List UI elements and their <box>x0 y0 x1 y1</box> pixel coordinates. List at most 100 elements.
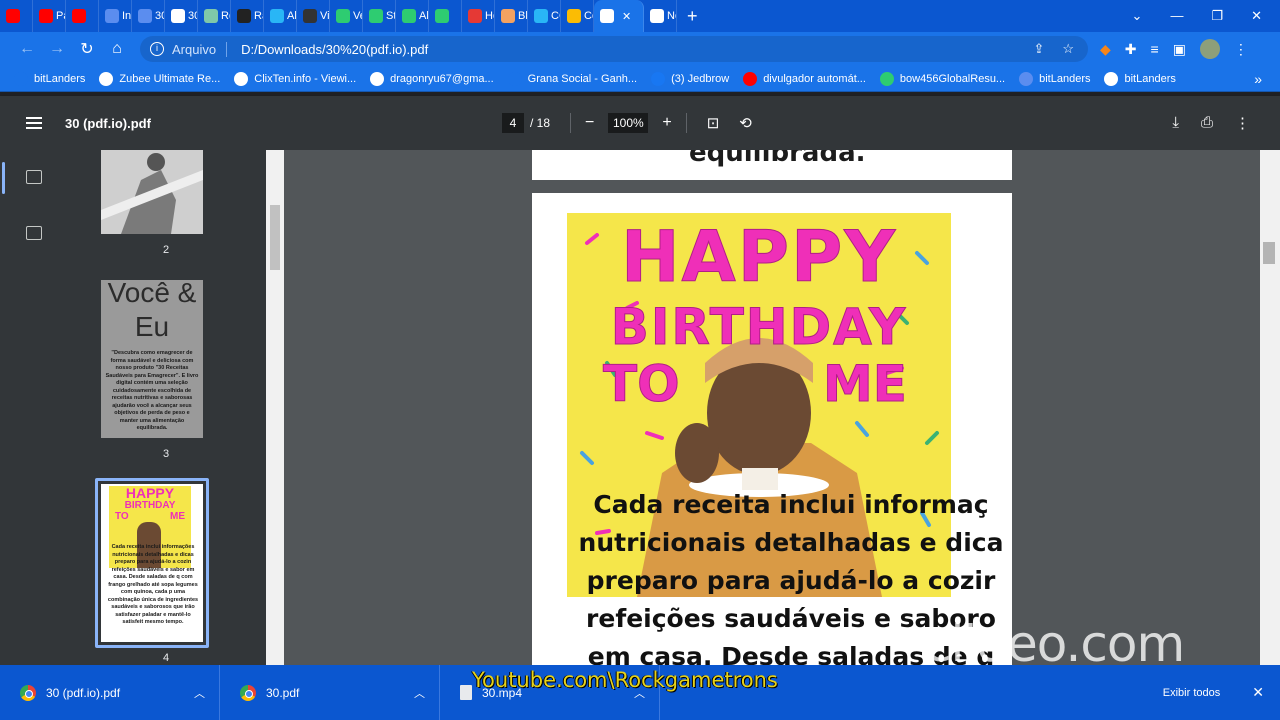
tab-close-icon[interactable]: ✕ <box>622 10 631 23</box>
close-window-icon[interactable]: ✕ <box>1251 8 1262 24</box>
hamburger-menu-icon[interactable] <box>26 117 42 129</box>
tab-label: All <box>419 10 429 22</box>
tab[interactable]: Ini <box>99 0 132 32</box>
menu-kebab-icon[interactable]: ⋮ <box>1234 41 1248 58</box>
viewer-scrollbar[interactable] <box>1260 150 1280 665</box>
info-icon[interactable]: i <box>150 42 164 56</box>
more-bookmarks-icon[interactable]: » <box>1254 71 1262 87</box>
bookmark-favicon-icon <box>879 71 894 86</box>
pdf-page-4: HAPPY BIRTHDAY TO ME Cada receita inclui… <box>532 193 1012 665</box>
zoom-out-button[interactable]: − <box>585 114 594 132</box>
thumbnail-gif-line: HAPPY <box>125 485 175 501</box>
new-tab-button[interactable]: + <box>677 6 708 27</box>
tab[interactable] <box>429 0 462 32</box>
bookmark-label: bow456GlobalResu... <box>899 72 1006 85</box>
site-icon <box>468 9 482 23</box>
tab[interactable]: Pai <box>33 0 66 32</box>
chrome-icon <box>20 684 36 701</box>
tab[interactable] <box>0 0 33 32</box>
show-all-downloads-link[interactable]: Exibir todos <box>1163 687 1220 699</box>
share-icon[interactable]: ⇪ <box>1033 41 1044 57</box>
tab[interactable] <box>66 0 99 32</box>
bookmark-item[interactable]: divulgador automát... <box>743 71 866 86</box>
tab[interactable]: Blo <box>495 0 528 32</box>
bookmark-item[interactable]: Grana Social - Ganh... <box>507 71 637 86</box>
site-icon <box>270 9 284 23</box>
side-panel-icon[interactable]: ▣ <box>1173 41 1186 58</box>
thumbnails-icon[interactable] <box>26 170 42 184</box>
bookmark-item[interactable]: bitLanders <box>1019 71 1090 86</box>
tab-label: Al <box>287 10 297 22</box>
toolbar-divider <box>570 113 572 133</box>
zoom-level-input[interactable]: 100% <box>608 113 649 133</box>
tab-label: Ini <box>122 10 132 22</box>
tab[interactable]: Co <box>561 0 594 32</box>
minimize-icon[interactable]: — <box>1170 8 1183 24</box>
bookmark-item[interactable]: bitLanders <box>14 71 85 86</box>
chevron-up-icon[interactable]: ︿ <box>194 685 205 701</box>
forward-button[interactable]: → <box>42 40 72 58</box>
puzzle-extensions-icon[interactable]: ✚ <box>1125 41 1137 58</box>
more-options-icon[interactable]: ⋮ <box>1235 114 1250 132</box>
thumbnail-page-3[interactable]: Você & Eu "Descubra como emagrecer de fo… <box>101 280 203 438</box>
fit-page-icon[interactable]: ⊡ <box>707 114 720 132</box>
page-number-input[interactable]: 4 <box>502 113 524 133</box>
thumbnail-panel: 2 Você & Eu "Descubra como emagrecer de … <box>66 150 266 665</box>
tab[interactable]: 30 <box>132 0 165 32</box>
tab[interactable]: Vis <box>297 0 330 32</box>
bookmark-label: ClixTen.info - Viewi... <box>254 72 357 85</box>
bookmark-item[interactable]: (3) Jedbrow <box>651 71 729 86</box>
bookmark-item[interactable]: Zubee Ultimate Re... <box>99 71 220 86</box>
bookmark-item[interactable]: ClixTen.info - Viewi... <box>234 71 357 86</box>
thumbnail-page-2[interactable] <box>101 150 203 234</box>
thumbnail-page-4[interactable]: HAPPY BIRTHDAY TO ME Cada receita inclui … <box>101 484 203 642</box>
tab[interactable]: No <box>644 0 677 32</box>
print-icon[interactable]: ⎙ <box>1201 114 1213 132</box>
address-url: D:/Downloads/30%20(pdf.io).pdf <box>241 41 429 57</box>
viewer-scrollbar-thumb[interactable] <box>1263 242 1275 264</box>
chevron-up-icon[interactable]: ︿ <box>414 685 425 701</box>
back-button[interactable]: ← <box>12 40 42 58</box>
home-button[interactable]: ⌂ <box>102 40 132 58</box>
thumbnail-scrollbar-thumb[interactable] <box>270 205 280 270</box>
tab[interactable]: Al <box>264 0 297 32</box>
restore-icon[interactable]: ❐ <box>1211 8 1223 24</box>
thumbnail-gif-line: ME <box>170 511 185 522</box>
thumbnail-photo <box>101 150 203 234</box>
bookmark-item[interactable]: bow456GlobalResu... <box>879 71 1006 86</box>
youtube-icon <box>6 9 20 23</box>
tab[interactable]: Re <box>198 0 231 32</box>
close-icon[interactable]: ✕ <box>1252 684 1264 701</box>
download-item[interactable]: 30.pdf ︿ <box>220 665 440 720</box>
site-icon <box>171 9 185 23</box>
tab[interactable]: Ho <box>462 0 495 32</box>
site-icon <box>567 9 581 23</box>
zoom-in-button[interactable]: + <box>662 114 671 132</box>
address-protocol: Arquivo <box>172 41 228 57</box>
tab[interactable]: Ve <box>330 0 363 32</box>
site-icon <box>534 9 548 23</box>
rotate-icon[interactable]: ⟲ <box>739 114 752 132</box>
metamask-extension-icon[interactable]: ◆ <box>1100 41 1111 58</box>
tab[interactable]: Ra <box>231 0 264 32</box>
address-bar[interactable]: i Arquivo D:/Downloads/30%20(pdf.io).pdf… <box>140 36 1088 62</box>
toolbar: ← → ↻ ⌂ i Arquivo D:/Downloads/30%20(pdf… <box>0 32 1280 66</box>
star-icon[interactable]: ☆ <box>1062 41 1074 57</box>
media-queue-icon[interactable]: ≡ <box>1151 41 1159 57</box>
reload-button[interactable]: ↻ <box>72 39 102 59</box>
tab[interactable]: CC <box>528 0 561 32</box>
tab-search-icon[interactable]: ⌄ <box>1132 8 1143 24</box>
download-item[interactable]: 30 (pdf.io).pdf ︿ <box>0 665 220 720</box>
download-icon[interactable]: ⤓ <box>1172 114 1179 132</box>
outline-icon[interactable] <box>26 226 42 240</box>
bookmark-item[interactable]: bitLanders <box>1104 71 1176 86</box>
pdf-toolbar: 30 (pdf.io).pdf 4 / 18 − 100% + ⊡ ⟲ ⤓ ⎙ … <box>0 96 1280 150</box>
tab[interactable]: Str <box>363 0 396 32</box>
download-filename: 30.pdf <box>266 685 300 700</box>
profile-avatar[interactable] <box>1199 39 1220 59</box>
tab[interactable]: All <box>396 0 429 32</box>
tab[interactable]: 30 <box>165 0 198 32</box>
site-icon <box>204 9 218 23</box>
bookmark-item[interactable]: dragonryu67@gma... <box>370 71 494 86</box>
tab[interactable]: ✕ <box>594 0 644 32</box>
